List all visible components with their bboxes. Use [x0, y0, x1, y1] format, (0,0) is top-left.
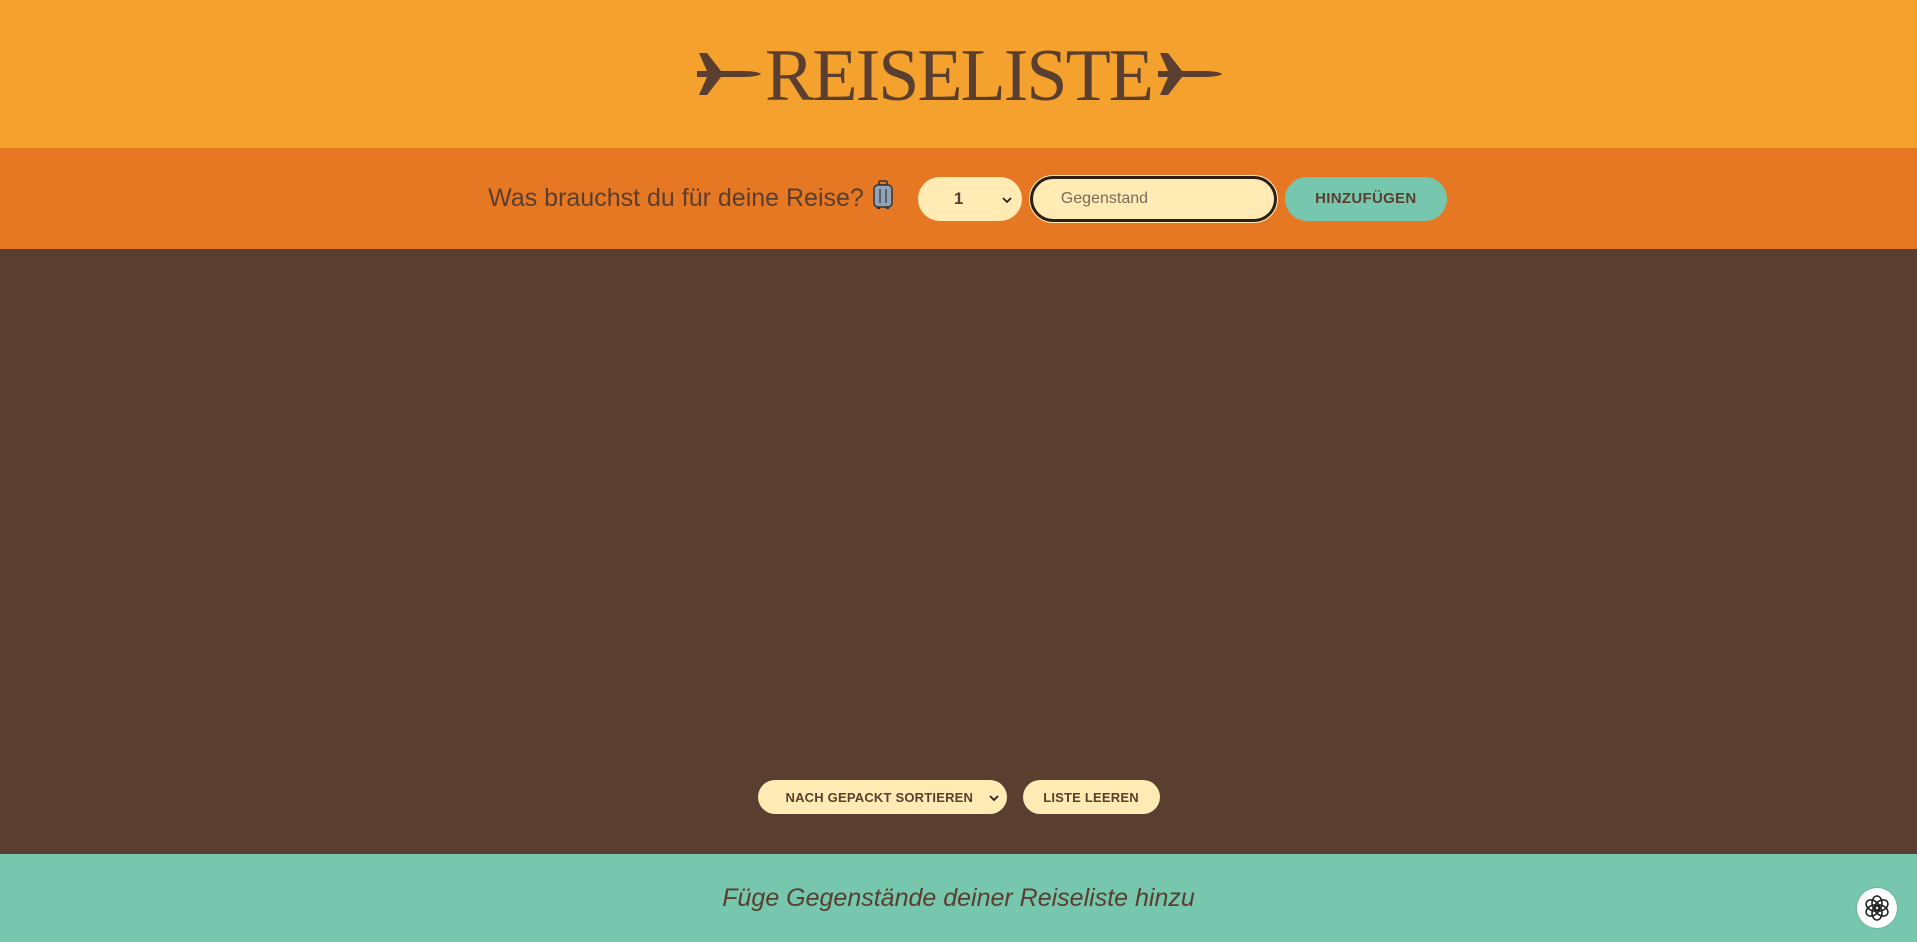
clear-list-button[interactable]: LISTE LEEREN [1022, 780, 1160, 814]
packing-list [0, 249, 1917, 854]
footer-message: Füge Gegenstände deiner Reiseliste hinzu [722, 883, 1195, 912]
form-question: Was brauchst du für deine Reise? [470, 180, 894, 217]
add-button[interactable]: HINZUFÜGEN [1284, 176, 1447, 221]
question-label: Was brauchst du für deine Reise? [488, 184, 864, 212]
quantity-value: 1 [953, 188, 964, 208]
list-actions: NACH GEPACKT SORTIEREN LISTE LEEREN [0, 780, 1917, 814]
chevron-down-icon [1002, 189, 1012, 209]
app-footer: Füge Gegenstände deiner Reiseliste hinzu [0, 854, 1917, 942]
app-logo: REISELISTE [693, 35, 1224, 113]
app-header: REISELISTE [0, 0, 1917, 148]
add-item-form: Was brauchst du für deine Reise? 1 Gegen… [0, 148, 1917, 249]
suitcase-icon [872, 180, 894, 217]
item-input-placeholder: Gegenstand [1060, 189, 1149, 207]
item-input[interactable]: Gegenstand [1028, 174, 1278, 223]
chevron-down-icon [988, 790, 999, 805]
airplane-icon [693, 41, 763, 107]
airplane-icon [1154, 41, 1224, 107]
sort-select[interactable]: NACH GEPACKT SORTIEREN [757, 780, 1007, 814]
app-title: REISELISTE [765, 35, 1154, 117]
sort-value: NACH GEPACKT SORTIEREN [785, 789, 974, 805]
quantity-select[interactable]: 1 [917, 176, 1022, 221]
assistant-icon[interactable] [1857, 888, 1897, 928]
